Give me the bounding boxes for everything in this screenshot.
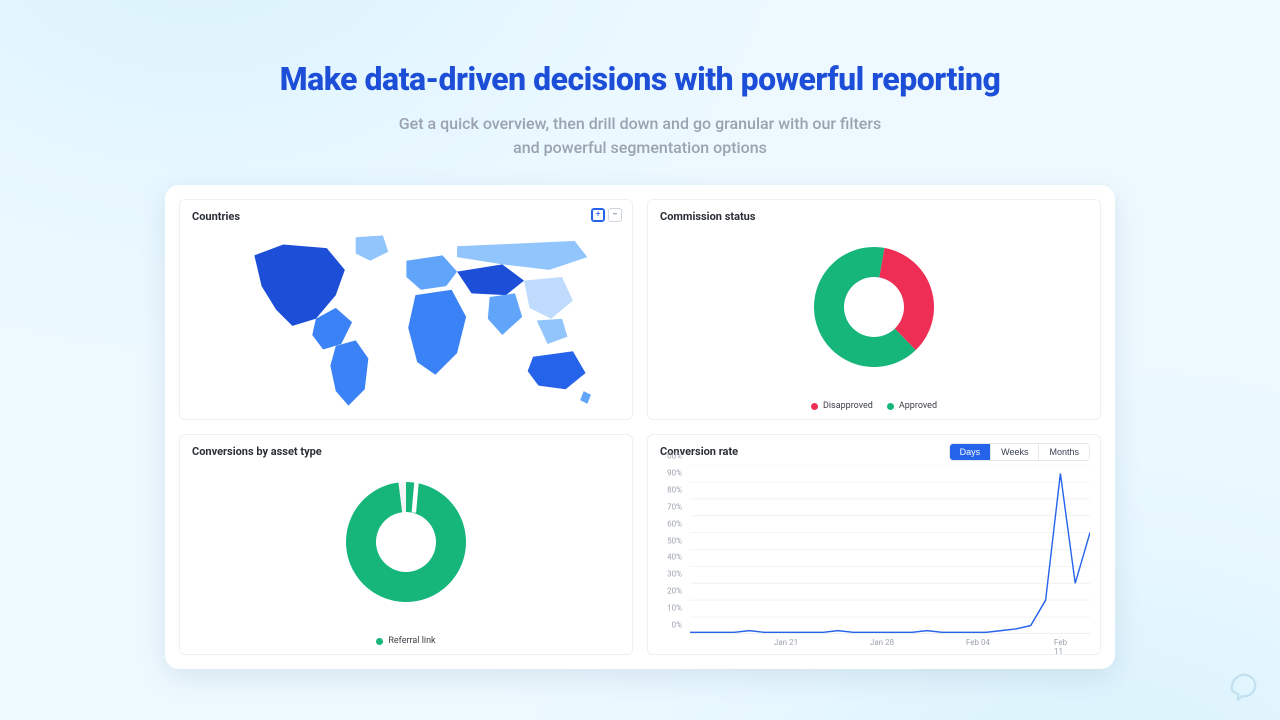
card-conversions-by-asset: Conversions by asset type Referral link xyxy=(179,434,633,655)
segment-weeks[interactable]: Weeks xyxy=(990,444,1038,460)
dashboard-panel: Countries + − xyxy=(165,185,1115,669)
card-countries: Countries + − xyxy=(179,199,633,420)
brand-logo-icon xyxy=(1226,668,1260,706)
card-conversion-rate: Conversion rate Days Weeks Months 0%10%2… xyxy=(647,434,1101,655)
commission-status-donut[interactable] xyxy=(648,222,1100,391)
legend-dot-disapproved xyxy=(811,403,818,410)
conversions-by-asset-donut[interactable] xyxy=(180,457,632,626)
legend-disapproved: Disapproved xyxy=(811,401,873,411)
y-axis-ticks: 0%10%20%30%40%50%60%70%80%90%00% xyxy=(656,465,686,634)
hero: Make data-driven decisions with powerful… xyxy=(0,0,1280,160)
legend-label-referral: Referral link xyxy=(388,636,435,646)
page-subtitle: Get a quick overview, then drill down an… xyxy=(0,112,1280,160)
legend-approved: Approved xyxy=(887,401,937,411)
map-zoom-group: + − xyxy=(588,208,622,222)
conversions-by-asset-legend: Referral link xyxy=(180,636,632,646)
subtitle-line-1: Get a quick overview, then drill down an… xyxy=(399,114,882,133)
legend-dot-approved xyxy=(887,403,894,410)
card-countries-title: Countries xyxy=(192,210,620,223)
world-map[interactable] xyxy=(208,230,612,411)
legend-label-approved: Approved xyxy=(899,401,937,411)
conversion-rate-chart[interactable] xyxy=(690,465,1090,634)
zoom-out-button[interactable]: − xyxy=(608,208,622,222)
zoom-in-button[interactable]: + xyxy=(591,208,605,222)
legend-label-disapproved: Disapproved xyxy=(823,401,873,411)
card-commission-status: Commission status Disapproved Approved xyxy=(647,199,1101,420)
segment-days[interactable]: Days xyxy=(950,444,991,460)
segment-months[interactable]: Months xyxy=(1038,444,1089,460)
time-range-segmented-control: Days Weeks Months xyxy=(949,443,1090,461)
legend-dot-referral xyxy=(376,638,383,645)
subtitle-line-2: and powerful segmentation options xyxy=(513,138,767,157)
commission-status-legend: Disapproved Approved xyxy=(648,401,1100,411)
legend-referral-link: Referral link xyxy=(376,636,435,646)
x-axis-ticks: Jan 21Jan 28Feb 04Feb 11 xyxy=(690,638,1090,650)
page-title: Make data-driven decisions with powerful… xyxy=(0,60,1280,98)
